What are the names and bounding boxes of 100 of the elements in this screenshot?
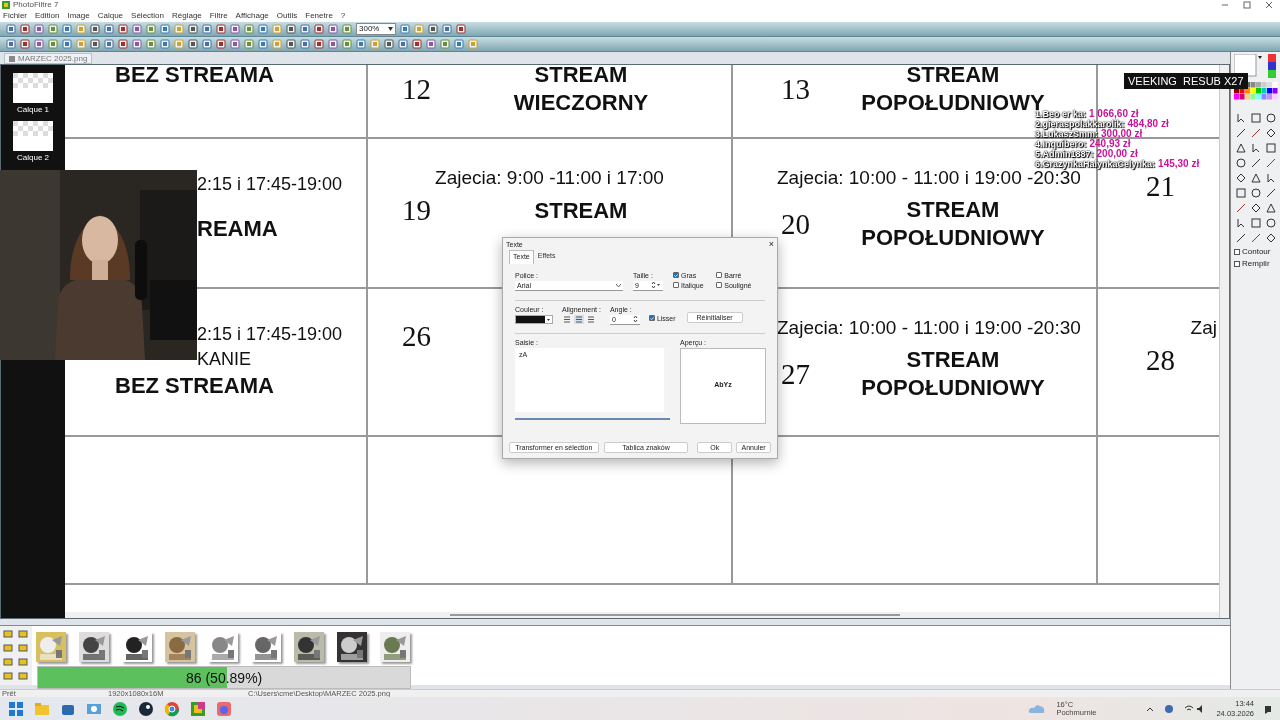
event-title: BEZ STREAMA	[114, 61, 274, 89]
alignment-icon[interactable]	[586, 314, 596, 324]
tool-icon[interactable]	[428, 24, 438, 34]
menu-item[interactable]: Fichier	[3, 12, 27, 20]
tool-icon[interactable]	[1249, 202, 1262, 214]
event-title: POPOŁUDNIOWY	[861, 224, 1045, 252]
tool-icon[interactable]	[1234, 142, 1247, 154]
tool-icon[interactable]	[314, 39, 324, 49]
tool-icon[interactable]	[1264, 202, 1277, 214]
music-icon[interactable]	[112, 700, 128, 717]
schedule-text: 2:15 i 17:45-19:00	[196, 173, 343, 196]
schedule-text: Zajecia: 10:00 - 11:00 i 19:00 -20:30	[776, 316, 1081, 340]
menu-item[interactable]: Réglage	[172, 12, 202, 20]
menu-item[interactable]: Affichage	[235, 12, 269, 20]
close-button[interactable]: ×	[768, 239, 774, 249]
checkbox-label: Remplir	[1242, 260, 1270, 268]
tool-icon[interactable]	[1249, 112, 1262, 124]
donation-amount: 300,00 zł	[1101, 129, 1143, 139]
tool-icon[interactable]	[1264, 112, 1277, 124]
circle-icon[interactable]	[138, 700, 154, 717]
tool-icon[interactable]	[1264, 172, 1277, 184]
tool-icon[interactable]	[456, 24, 466, 34]
notification-icon[interactable]	[1264, 703, 1272, 714]
tool-icon[interactable]	[1249, 172, 1262, 184]
tool-icon[interactable]	[20, 39, 30, 49]
date-number: 26	[402, 322, 431, 351]
document-tab[interactable]: MARZEC 2025.png	[4, 53, 93, 64]
tool-icon[interactable]	[20, 24, 30, 34]
chevron-icon[interactable]	[1146, 705, 1155, 712]
tool-icon[interactable]	[1249, 157, 1262, 169]
spinner-arrows-icon	[632, 315, 638, 323]
tool-icon[interactable]	[1264, 217, 1277, 229]
tool-icon[interactable]	[1264, 187, 1277, 199]
schedule-text: 2:15 i 17:45-19:00	[196, 323, 343, 346]
alignment-icon[interactable]	[574, 314, 584, 324]
tool-icon[interactable]	[1234, 157, 1247, 169]
menu-item[interactable]: Outils	[276, 12, 298, 20]
event-title: STREAM	[534, 61, 628, 89]
tool-icon[interactable]	[1264, 157, 1277, 169]
checkbox[interactable]	[1234, 249, 1240, 255]
tool-icon[interactable]	[118, 39, 128, 49]
checkbox[interactable]	[673, 272, 679, 278]
checkbox[interactable]	[673, 282, 679, 288]
checkbox[interactable]	[716, 272, 723, 278]
tool-icon[interactable]	[1264, 142, 1277, 154]
tool-icon[interactable]	[1234, 187, 1247, 199]
document-icon	[9, 55, 15, 62]
tool-icon[interactable]	[384, 39, 394, 49]
tool-icon[interactable]	[90, 39, 100, 49]
start-icon[interactable]	[8, 700, 24, 717]
tool-icon[interactable]	[1234, 232, 1247, 244]
tool-icon[interactable]	[286, 24, 296, 34]
layer-label[interactable]: Calque 2	[17, 154, 49, 162]
paint-icon[interactable]	[190, 700, 206, 717]
menu-item[interactable]: Image	[67, 12, 90, 20]
tool-icon[interactable]	[1264, 127, 1277, 139]
date-number: 21	[1146, 172, 1175, 201]
tool-icon[interactable]	[1249, 232, 1262, 244]
tool-icon[interactable]	[1264, 232, 1277, 244]
menu-item[interactable]: Fenetre	[305, 12, 333, 20]
event-title: BEZ STREAMA	[114, 372, 274, 400]
tool-icon[interactable]	[1249, 127, 1262, 139]
tool-icon[interactable]	[1234, 202, 1247, 214]
tool-icon[interactable]	[216, 24, 226, 34]
donation-amount: 484,80 zł	[1127, 119, 1169, 129]
tool-icon[interactable]	[1234, 127, 1247, 139]
horizontal-scrollbar[interactable]	[65, 612, 1219, 618]
menu-item[interactable]: Sélection	[131, 12, 164, 20]
date-number: 28	[1146, 346, 1175, 375]
tool-icon[interactable]	[1234, 112, 1247, 124]
tool-icon[interactable]	[90, 24, 100, 34]
browser-icon[interactable]	[164, 700, 180, 717]
tool-icon[interactable]	[314, 24, 324, 34]
zoom-dropdown[interactable]: 300%	[356, 23, 396, 35]
checkbox[interactable]	[716, 282, 723, 288]
menu-item[interactable]: Edition	[35, 12, 60, 20]
tool-icon[interactable]	[1249, 187, 1262, 199]
tool-icon[interactable]	[286, 39, 296, 49]
tool-icon[interactable]	[216, 39, 226, 49]
tool-icon[interactable]	[118, 24, 128, 34]
menu-item[interactable]: Filtre	[209, 12, 228, 20]
date-number: 27	[781, 359, 810, 389]
app-tray-icon[interactable]	[1164, 703, 1175, 714]
tool-icon[interactable]	[1249, 217, 1262, 229]
menu-item[interactable]: Calque	[97, 12, 124, 20]
event-title: POPOŁUDNIOWY	[861, 374, 1045, 402]
tool-icon[interactable]	[188, 24, 198, 34]
menu-item[interactable]: ?	[340, 12, 346, 20]
tool-icon[interactable]	[412, 39, 422, 49]
tool-icon[interactable]	[1234, 217, 1247, 229]
checkbox[interactable]	[648, 315, 655, 321]
layer-label[interactable]: Calque 1	[17, 106, 49, 114]
tool-icon[interactable]	[1249, 142, 1262, 154]
color-dropdown[interactable]	[515, 314, 553, 324]
color-picker-icon[interactable]	[1233, 54, 1278, 78]
alignment-icon[interactable]	[562, 314, 572, 324]
donor-name: 1.Beo er ka:	[1035, 109, 1087, 119]
tool-icon[interactable]	[1234, 172, 1247, 184]
checkbox[interactable]	[1234, 261, 1240, 267]
tool-icon[interactable]	[188, 39, 198, 49]
